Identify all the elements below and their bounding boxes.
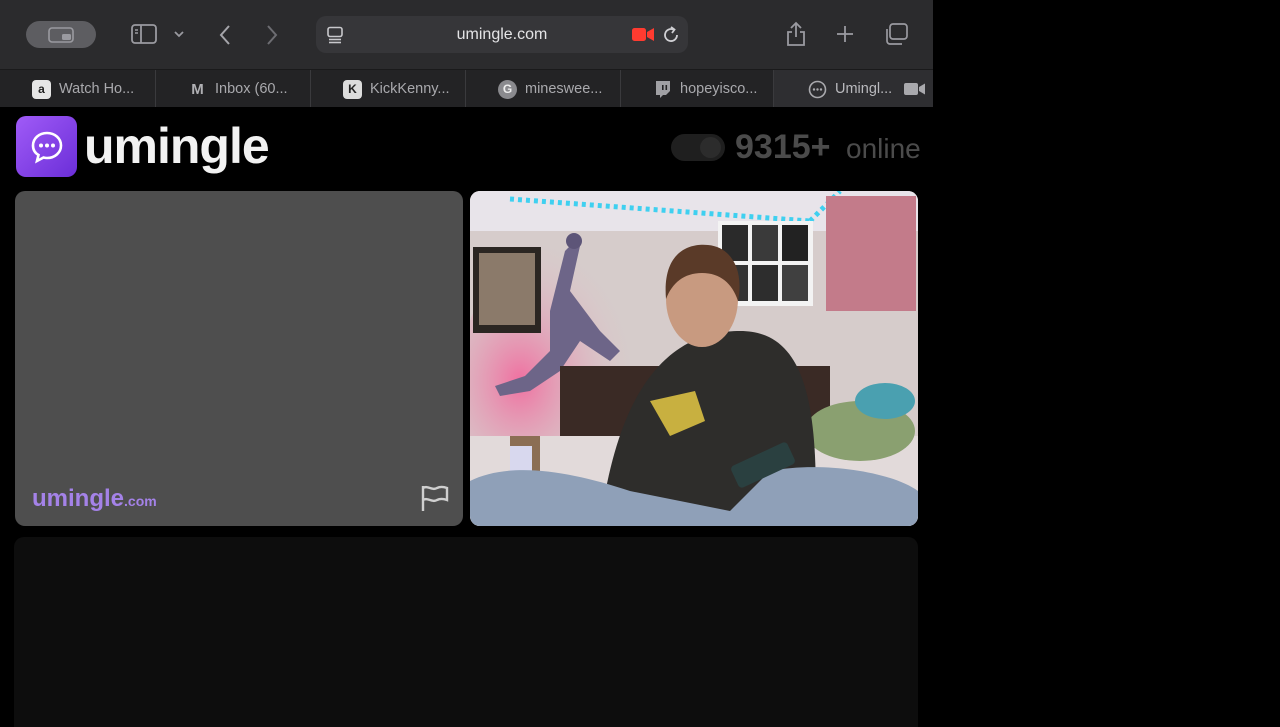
online-count: 9315+ [735, 128, 831, 166]
tab-watch-ho[interactable]: a Watch Ho... [0, 70, 156, 108]
forward-button[interactable] [259, 22, 285, 48]
watermark-text: umingle [32, 485, 125, 512]
tab-umingle[interactable]: Umingl... [774, 70, 933, 108]
twitch-icon [653, 80, 672, 99]
online-label: online [846, 133, 921, 164]
umingle-logo-icon[interactable] [16, 116, 77, 177]
gmail-icon: M [191, 80, 204, 98]
new-tab-button[interactable] [831, 20, 859, 48]
chat-panel [14, 537, 918, 727]
camera-icon [904, 83, 926, 95]
online-toggle[interactable] [671, 134, 725, 161]
tab-overview-icon [886, 23, 908, 45]
sidebar-icon [131, 24, 157, 44]
browser-window: umingle.com a Watch Ho... M Inbox (60...… [0, 0, 933, 727]
tab-label: Umingl... [835, 81, 893, 97]
sidebar-toggle-button[interactable] [128, 22, 160, 46]
page-content: umingle 9315+ online umingle.com [0, 107, 933, 727]
tab-minesweeper[interactable]: G minesweе... [466, 70, 621, 108]
tab-group-dropdown[interactable] [168, 24, 190, 44]
google-icon: G [498, 79, 517, 99]
self-video-panel [470, 191, 918, 526]
profile-icon [48, 26, 74, 43]
back-button[interactable] [212, 22, 238, 48]
kick-icon: K [343, 79, 362, 99]
tab-bar: a Watch Ho... M Inbox (60... K KickKenny… [0, 69, 933, 108]
tab-label: Inbox (60... [215, 81, 288, 97]
chevron-left-icon [219, 25, 230, 45]
tab-label: KickKenny... [370, 81, 450, 97]
tab-kickkenny[interactable]: K KickKenny... [311, 70, 466, 108]
webcam-feed-image [470, 191, 918, 526]
reload-icon[interactable] [661, 25, 681, 45]
umingle-icon [808, 80, 827, 99]
tab-hopeyisco[interactable]: hopeyisco... [621, 70, 774, 108]
plus-icon [837, 26, 853, 42]
tab-label: Watch Ho... [59, 81, 135, 97]
camera-recording-icon[interactable] [632, 27, 654, 42]
tab-inbox[interactable]: M Inbox (60... [156, 70, 311, 108]
tab-overview-button[interactable] [881, 20, 911, 48]
umingle-watermark: umingle.com [32, 485, 157, 513]
chevron-down-icon [174, 31, 184, 38]
chevron-right-icon [267, 25, 278, 45]
amazon-icon: a [32, 79, 51, 99]
stranger-video-panel: umingle.com [15, 191, 463, 526]
profile-button[interactable] [26, 21, 96, 48]
tab-label: minesweе... [525, 81, 603, 97]
tab-label: hopeyisco... [680, 81, 758, 97]
share-icon [787, 21, 805, 46]
brand-name[interactable]: umingle [84, 117, 270, 175]
toggle-knob [700, 137, 721, 158]
browser-toolbar: umingle.com [0, 0, 933, 69]
watermark-tld: .com [124, 493, 157, 509]
share-button[interactable] [782, 20, 810, 48]
address-bar[interactable]: umingle.com [316, 16, 688, 53]
flag-icon[interactable] [420, 484, 450, 512]
